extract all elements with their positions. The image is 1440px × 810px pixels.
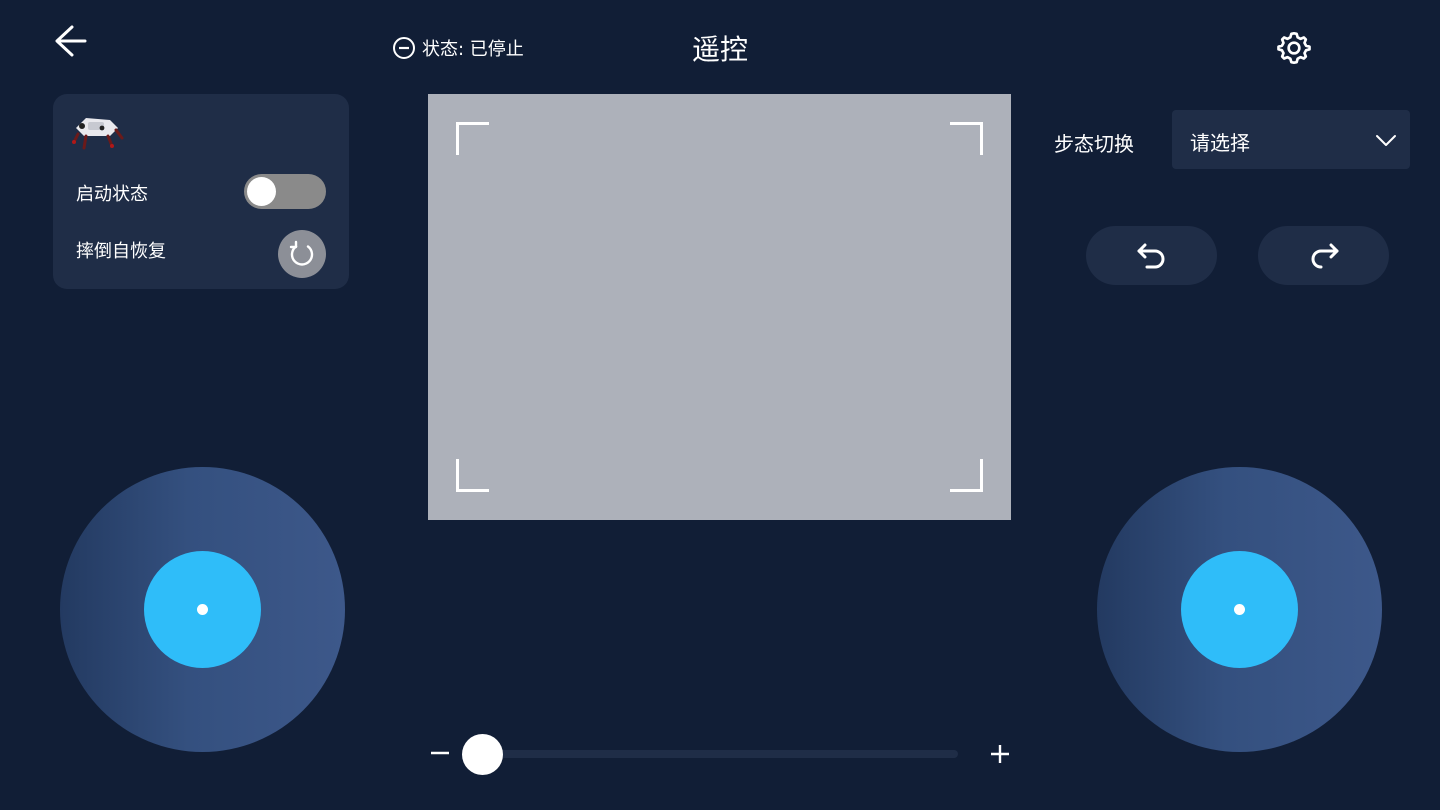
zoom-slider-thumb[interactable]	[462, 734, 503, 775]
settings-button[interactable]	[1274, 28, 1314, 68]
left-joystick[interactable]	[60, 467, 345, 752]
gait-switch-label: 步态切换	[1054, 132, 1134, 156]
back-button[interactable]	[52, 22, 92, 60]
frame-corner-top-left	[456, 122, 489, 155]
rotate-right-button[interactable]	[1258, 226, 1389, 285]
zoom-slider-track[interactable]	[482, 750, 958, 758]
joystick-center-dot	[1234, 604, 1245, 615]
frame-corner-bottom-right	[950, 459, 983, 492]
status-indicator: 状态: 已停止	[392, 34, 524, 62]
refresh-icon	[289, 240, 314, 266]
zoom-out-button[interactable]	[428, 738, 452, 768]
fall-recovery-button[interactable]	[278, 230, 326, 278]
rotate-right-icon	[1311, 243, 1338, 268]
right-joystick[interactable]	[1097, 467, 1382, 752]
left-joystick-knob[interactable]	[144, 551, 261, 668]
rotate-left-icon	[1137, 243, 1164, 268]
chevron-down-icon	[1376, 135, 1396, 146]
camera-view	[428, 94, 1011, 520]
gait-select[interactable]: 请选择	[1172, 110, 1410, 169]
start-state-label: 启动状态	[76, 184, 148, 205]
fall-recovery-label: 摔倒自恢复	[76, 241, 166, 262]
page-title: 遥控	[691, 33, 748, 66]
robot-dog-icon	[70, 108, 124, 152]
back-arrow-icon	[55, 25, 87, 57]
joystick-center-dot	[197, 604, 208, 615]
status-text: 状态: 已停止	[422, 39, 524, 60]
gait-select-value: 请选择	[1190, 131, 1250, 155]
zoom-in-button[interactable]	[988, 740, 1012, 768]
plus-icon	[991, 745, 1009, 763]
stop-circle-icon	[393, 37, 415, 59]
frame-corner-top-right	[950, 122, 983, 155]
frame-corner-bottom-left	[456, 459, 489, 492]
gear-icon	[1277, 32, 1311, 64]
rotate-left-button[interactable]	[1086, 226, 1217, 285]
right-joystick-knob[interactable]	[1181, 551, 1298, 668]
start-state-toggle[interactable]	[244, 174, 326, 209]
minus-icon	[431, 751, 449, 755]
toggle-knob	[247, 177, 276, 206]
